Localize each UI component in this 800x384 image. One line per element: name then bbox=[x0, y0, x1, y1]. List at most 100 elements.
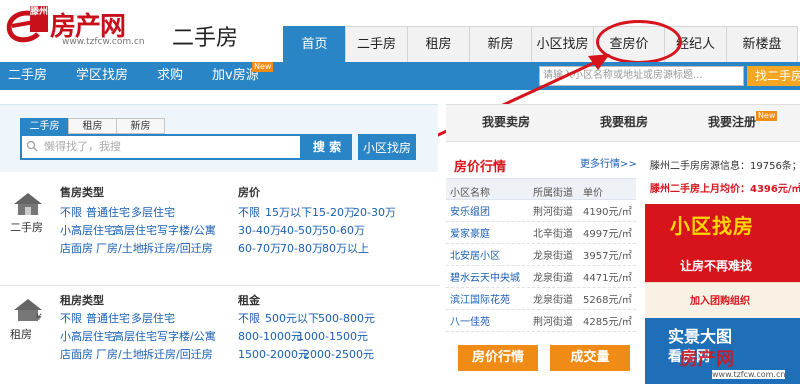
rent-price-heading: 租金 bbox=[238, 294, 260, 307]
ad1-title: 小区找房 bbox=[670, 214, 754, 238]
sale-price-link[interactable]: 15万以下 bbox=[265, 204, 312, 220]
price-cell-unit: 4471元/㎡ bbox=[583, 273, 632, 284]
divider bbox=[0, 285, 440, 286]
sale-type-link[interactable]: 拆迁房/回迁房 bbox=[143, 240, 213, 256]
sale-type-link[interactable]: 普通住宅 bbox=[86, 204, 130, 220]
rent-type-link[interactable]: 店面房 bbox=[60, 346, 93, 362]
sale-price-link[interactable]: 20-30万 bbox=[353, 204, 396, 220]
price-cell-name[interactable]: 爱家豪庭 bbox=[450, 225, 490, 240]
price-col-street: 所属街道 bbox=[533, 188, 573, 199]
price-col-unit: 单价 bbox=[583, 188, 603, 199]
sale-type-link[interactable]: 厂房/土地 bbox=[96, 240, 144, 256]
price-cell-street: 荆河街道 bbox=[533, 207, 573, 218]
price-cell-unit: 3957元/㎡ bbox=[583, 251, 632, 262]
avg-price-label: 滕州二手房上月均价： bbox=[650, 184, 750, 195]
nav-new-building[interactable]: 新楼盘 bbox=[726, 26, 798, 62]
sale-price-link[interactable]: 60-70万 bbox=[238, 240, 281, 256]
nav-second-hand[interactable]: 二手房 bbox=[345, 26, 408, 62]
sale-price-link[interactable]: 不限 bbox=[238, 204, 260, 220]
ad2-title: 加入团购组织 bbox=[690, 296, 750, 307]
sale-type-link[interactable]: 小高层住宅 bbox=[60, 222, 115, 238]
watermark-url: www.tzfcw.com.cn bbox=[712, 370, 786, 379]
rent-price-link[interactable]: 1000-1500元 bbox=[297, 328, 368, 344]
top-search-button[interactable]: 找二手房 bbox=[747, 66, 800, 86]
sale-type-link[interactable]: 店面房 bbox=[60, 240, 93, 256]
register-new-badge: New bbox=[756, 111, 778, 121]
price-cell-unit: 4997元/㎡ bbox=[583, 229, 632, 240]
logo-url: www.tzfcw.com.cn bbox=[62, 37, 145, 47]
sale-type-link[interactable]: 写字楼/公寓 bbox=[157, 222, 216, 238]
rent-type-link[interactable]: 多层住宅 bbox=[131, 310, 175, 326]
rent-type-heading: 租房类型 bbox=[60, 294, 104, 307]
section-title: 二手房 bbox=[172, 26, 239, 51]
sale-type-link[interactable]: 多层住宅 bbox=[131, 204, 175, 220]
subnav-school-district[interactable]: 学区找房 bbox=[76, 62, 128, 90]
search-button[interactable]: 搜 索 bbox=[302, 134, 352, 160]
avg-price-value: 4396元/㎡ bbox=[750, 184, 800, 195]
price-more-link[interactable]: 更多行情>> bbox=[580, 155, 637, 170]
price-cell-street: 龙泉街道 bbox=[533, 251, 573, 262]
subnav-second-hand[interactable]: 二手房 bbox=[8, 62, 47, 90]
price-cell-name[interactable]: 安乐缊团 bbox=[450, 203, 490, 218]
price-cell-name[interactable]: 滨江国际花苑 bbox=[450, 291, 510, 306]
price-panel-title: 房价行情 bbox=[454, 160, 507, 175]
price-cell-name[interactable]: 八一佳苑 bbox=[450, 313, 490, 328]
sale-label: 二手房 bbox=[10, 221, 43, 234]
sale-price-link[interactable]: 70-80万 bbox=[280, 240, 323, 256]
price-cell-street: 龙泉街道 bbox=[533, 273, 573, 284]
rent-price-link[interactable]: 2000-2500元 bbox=[303, 346, 374, 362]
sale-type-heading: 售房类型 bbox=[60, 186, 104, 199]
price-cell-name[interactable]: 碧水云天中央城 bbox=[450, 269, 520, 284]
price-trend-button[interactable]: 房价行情 bbox=[458, 345, 538, 371]
sale-price-link[interactable]: 50-60万 bbox=[322, 222, 365, 238]
rent-type-link[interactable]: 拆迁房/回迁房 bbox=[143, 346, 213, 362]
price-cell-street: 北辛街道 bbox=[533, 229, 573, 240]
tab-rent-house[interactable]: 我要租房 bbox=[600, 113, 648, 130]
sale-type-link[interactable]: 不限 bbox=[60, 204, 82, 220]
deal-volume-button[interactable]: 成交量 bbox=[550, 345, 630, 371]
nav-home[interactable]: 首页 bbox=[283, 26, 346, 62]
rent-type-link[interactable]: 高层住宅 bbox=[113, 328, 157, 344]
area-search-button[interactable]: 小区找房 bbox=[358, 134, 416, 160]
ad3-title: 实景大图 bbox=[668, 327, 733, 346]
subnav-wanted[interactable]: 求购 bbox=[157, 62, 183, 90]
sale-price-link[interactable]: 80万以上 bbox=[322, 240, 369, 256]
sale-type-link[interactable]: 高层住宅 bbox=[113, 222, 157, 238]
search-tabs: 二手房 租房 新房 bbox=[20, 118, 165, 134]
search-tab-second-hand[interactable]: 二手房 bbox=[20, 118, 69, 134]
rent-price-link[interactable]: 500元以下 bbox=[265, 310, 319, 326]
sale-price-link[interactable]: 30-40万 bbox=[238, 222, 281, 238]
rent-type-link[interactable]: 不限 bbox=[60, 310, 82, 326]
tab-sell-house[interactable]: 我要卖房 bbox=[482, 113, 530, 130]
rent-price-link[interactable]: 不限 bbox=[238, 310, 260, 326]
house-icon bbox=[14, 193, 42, 215]
sale-price-heading: 房价 bbox=[238, 186, 260, 199]
rent-type-link[interactable]: 小高层住宅 bbox=[60, 328, 115, 344]
search-tab-rent[interactable]: 租房 bbox=[68, 118, 117, 134]
price-cell-street: 龙泉街道 bbox=[533, 295, 573, 306]
sale-price-link[interactable]: 15-20万 bbox=[312, 204, 355, 220]
price-cell-unit: 4190元/㎡ bbox=[583, 207, 632, 218]
svg-text:¥: ¥ bbox=[36, 313, 42, 322]
price-cell-name[interactable]: 北安居小区 bbox=[450, 247, 500, 262]
sale-price-link[interactable]: 40-50万 bbox=[280, 222, 323, 238]
search-input[interactable]: 懒得找了，我搜 bbox=[20, 134, 302, 160]
price-cell-unit: 4285元/㎡ bbox=[583, 317, 632, 328]
rent-price-link[interactable]: 800-1000元 bbox=[238, 328, 302, 344]
search-icon bbox=[26, 140, 38, 152]
avg-price-stat: 滕州二手房上月均价：4396元/㎡ bbox=[650, 180, 800, 195]
ad1-subtitle: 让房不再难找 bbox=[680, 259, 753, 273]
new-badge: New bbox=[252, 62, 274, 72]
price-cell-unit: 5268元/㎡ bbox=[583, 295, 632, 306]
search-tab-new[interactable]: 新房 bbox=[116, 118, 165, 134]
rent-type-link[interactable]: 写字楼/公寓 bbox=[157, 328, 216, 344]
rent-label: 租房 bbox=[10, 328, 32, 341]
rent-price-link[interactable]: 500-800元 bbox=[318, 310, 375, 326]
rent-type-link[interactable]: 厂房/土地 bbox=[96, 346, 144, 362]
listing-count: 滕州二手房房源信息：19756条； bbox=[650, 161, 800, 172]
rent-price-link[interactable]: 1500-2000元 bbox=[238, 346, 309, 362]
logo-city-tag: 滕州 bbox=[30, 6, 48, 32]
rent-type-link[interactable]: 普通住宅 bbox=[86, 310, 130, 326]
tab-register[interactable]: 我要注册 bbox=[708, 113, 756, 130]
watermark-logo: 房产网 bbox=[680, 349, 734, 370]
